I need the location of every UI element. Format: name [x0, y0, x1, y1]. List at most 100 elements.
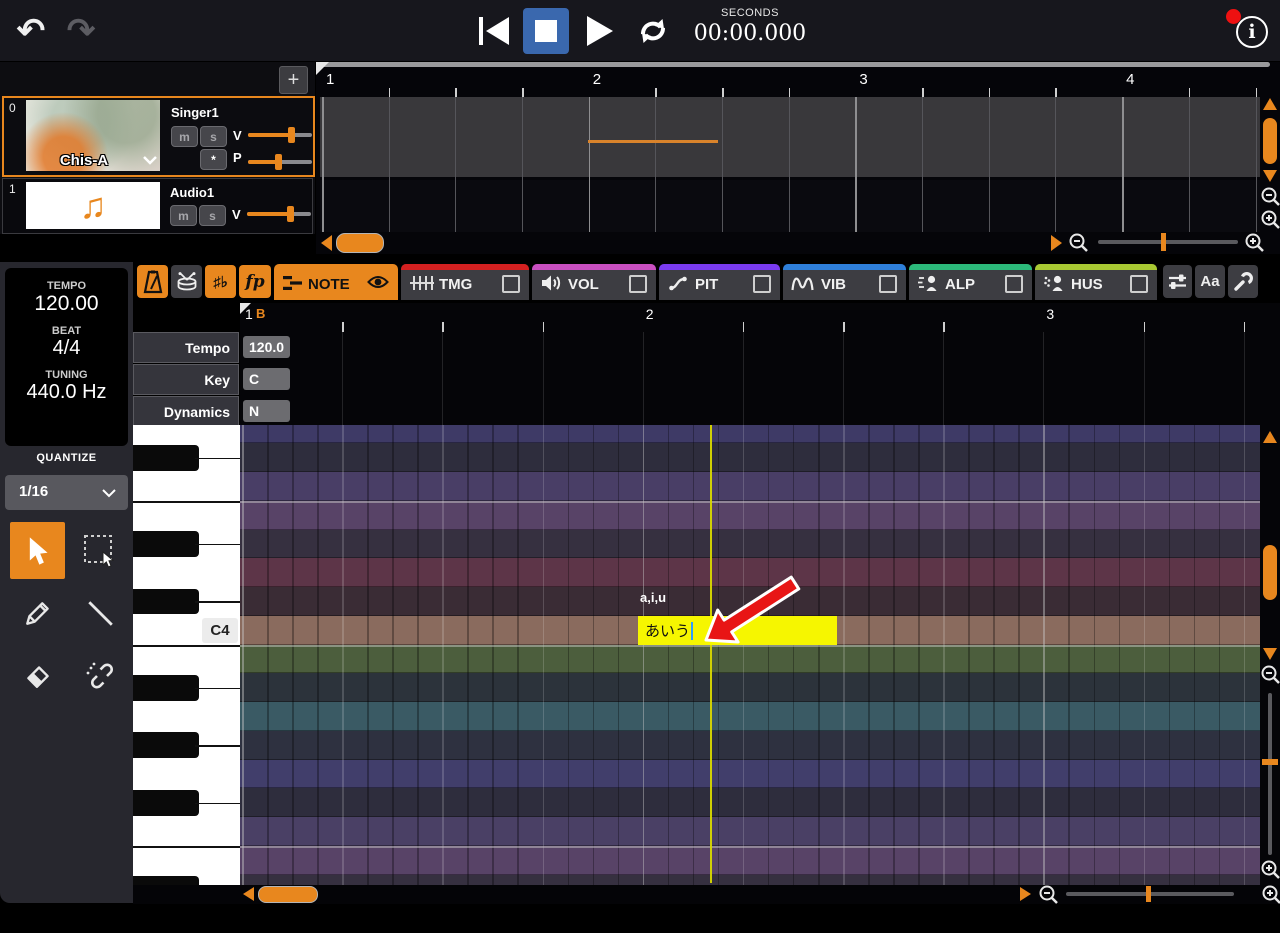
- loop-button[interactable]: [634, 13, 672, 49]
- singer-avatar[interactable]: Chis-A: [26, 100, 160, 171]
- solo-button[interactable]: s: [199, 205, 226, 226]
- unlink-tool-button[interactable]: [72, 646, 127, 703]
- arrange-hscroll-thumb[interactable]: [336, 233, 384, 253]
- mixer-icon: [1168, 273, 1187, 290]
- tab-hus-checkbox[interactable]: [1130, 275, 1148, 293]
- pr-hzoom-slider[interactable]: [1066, 892, 1234, 896]
- tab-tmg-checkbox[interactable]: [502, 275, 520, 293]
- select-tool-button[interactable]: [10, 522, 65, 579]
- pr-scroll-up-button[interactable]: [1263, 431, 1277, 443]
- pr-hscroll-thumb[interactable]: [258, 886, 318, 903]
- tab-alp[interactable]: ALP: [909, 264, 1032, 300]
- tab-hus[interactable]: HUS: [1035, 264, 1157, 300]
- param-beat-line: [442, 332, 443, 425]
- volume-slider[interactable]: [248, 133, 312, 137]
- arrange-scroll-left-button[interactable]: [321, 235, 332, 251]
- arrange-vzoom-out-button[interactable]: [1260, 186, 1280, 207]
- accidental-button[interactable]: ♯♭: [205, 265, 236, 298]
- tab-vol-checkbox[interactable]: [629, 275, 647, 293]
- arrange-hzoom-out-button[interactable]: [1068, 232, 1089, 253]
- eye-icon[interactable]: [367, 274, 389, 290]
- pencil-tool-button[interactable]: [10, 584, 65, 641]
- black-key-F#4[interactable]: [133, 445, 199, 471]
- dynamics-mark-button[interactable]: fp: [239, 265, 271, 298]
- line-tool-button[interactable]: [72, 584, 127, 641]
- tab-tmg[interactable]: TMG: [401, 264, 529, 300]
- zoom-in-icon: [1261, 884, 1280, 905]
- piano-keyboard[interactable]: C4: [133, 425, 240, 885]
- song-settings-display[interactable]: TEMPO 120.00 BEAT 4/4 TUNING 440.0 Hz: [5, 268, 128, 446]
- marquee-select-tool-button[interactable]: [72, 522, 127, 579]
- white-key-boundary: [133, 846, 240, 848]
- pan-slider[interactable]: [248, 160, 312, 164]
- arrange-ruler[interactable]: 1234: [320, 67, 1270, 97]
- tempo-event-chip[interactable]: 120.0: [243, 336, 290, 358]
- pr-vzoom-slider[interactable]: [1268, 693, 1272, 855]
- song-part-segment[interactable]: [588, 140, 718, 143]
- editor-ruler[interactable]: B 123: [240, 303, 1280, 332]
- dynamics-event-chip[interactable]: N: [243, 400, 290, 422]
- piano-roll-grid[interactable]: [240, 425, 1260, 885]
- tab-vol[interactable]: VOL: [532, 264, 656, 300]
- black-key-D#4[interactable]: [133, 531, 199, 557]
- tab-note[interactable]: NOTE: [274, 264, 398, 300]
- arrange-lane-singer[interactable]: [320, 97, 1260, 177]
- arrange-vscroll-thumb[interactable]: [1263, 118, 1277, 164]
- solo-button[interactable]: s: [200, 126, 227, 147]
- audio-thumbnail[interactable]: ♫: [26, 182, 160, 229]
- zoom-in-icon: [1244, 232, 1265, 253]
- time-unit-label: SECONDS: [690, 7, 810, 19]
- stop-button[interactable]: [523, 8, 569, 54]
- arrange-scroll-up-button[interactable]: [1263, 98, 1277, 110]
- mute-button[interactable]: m: [170, 205, 197, 226]
- settings-button[interactable]: [1228, 265, 1258, 298]
- text-entry-button[interactable]: Aa: [1195, 265, 1225, 298]
- volume-slider[interactable]: [247, 212, 311, 216]
- arrange-scroll-down-button[interactable]: [1263, 170, 1277, 182]
- arrange-scroll-right-button[interactable]: [1051, 235, 1062, 251]
- mute-button[interactable]: m: [171, 126, 198, 147]
- drum-button[interactable]: [171, 265, 202, 298]
- pr-scroll-right-button[interactable]: [1020, 887, 1031, 901]
- pr-vzoom-handle[interactable]: [1262, 759, 1278, 765]
- skip-to-start-button[interactable]: [474, 13, 514, 49]
- arrange-vzoom-in-button[interactable]: [1260, 209, 1280, 230]
- black-key-A#3[interactable]: [133, 675, 199, 701]
- tab-vib-checkbox[interactable]: [879, 275, 897, 293]
- pr-vzoom-out-button[interactable]: [1260, 664, 1280, 685]
- info-button[interactable]: i: [1236, 16, 1268, 48]
- pr-scroll-left-button[interactable]: [243, 887, 254, 901]
- key-event-chip[interactable]: C: [243, 368, 290, 390]
- undo-button[interactable]: ↶: [12, 12, 50, 50]
- pr-hzoom-out-button[interactable]: [1038, 884, 1059, 905]
- redo-button[interactable]: ↷: [62, 12, 100, 50]
- black-key-C#4[interactable]: [133, 589, 199, 615]
- play-button[interactable]: [578, 12, 620, 50]
- tab-pit-checkbox[interactable]: [753, 275, 771, 293]
- pr-vzoom-in-button[interactable]: [1260, 859, 1280, 880]
- pr-scroll-down-button[interactable]: [1263, 648, 1277, 660]
- tab-pit[interactable]: PIT: [659, 264, 780, 300]
- arrange-hzoom-handle[interactable]: [1161, 233, 1166, 251]
- black-key-G#3[interactable]: [133, 732, 199, 758]
- tab-vib[interactable]: VIB: [783, 264, 906, 300]
- pr-vscroll-thumb[interactable]: [1263, 545, 1277, 600]
- tab-alp-checkbox[interactable]: [1005, 275, 1023, 293]
- param-lane-area[interactable]: [240, 332, 1280, 425]
- pr-hzoom-in-button[interactable]: [1261, 884, 1280, 905]
- note-lyric-input[interactable]: あいう: [638, 616, 837, 645]
- arrange-hzoom-in-button[interactable]: [1244, 232, 1265, 253]
- track-row-singer1[interactable]: 0 Chis-A Singer1 m s V * P: [2, 96, 315, 177]
- eraser-tool-button[interactable]: [10, 646, 65, 703]
- mixer-button[interactable]: [1163, 265, 1192, 298]
- arrange-hzoom-slider[interactable]: [1098, 240, 1238, 244]
- star-button[interactable]: *: [200, 149, 227, 170]
- black-key-D#3[interactable]: [133, 876, 199, 885]
- metronome-button[interactable]: [137, 265, 168, 298]
- add-track-button[interactable]: +: [279, 66, 308, 94]
- black-key-F#3[interactable]: [133, 790, 199, 816]
- arrange-lane-audio[interactable]: [320, 180, 1260, 232]
- quantize-dropdown[interactable]: 1/16: [5, 475, 128, 510]
- track-row-audio1[interactable]: 1 ♫ Audio1 m s V: [2, 178, 313, 234]
- pr-hzoom-handle[interactable]: [1146, 886, 1151, 902]
